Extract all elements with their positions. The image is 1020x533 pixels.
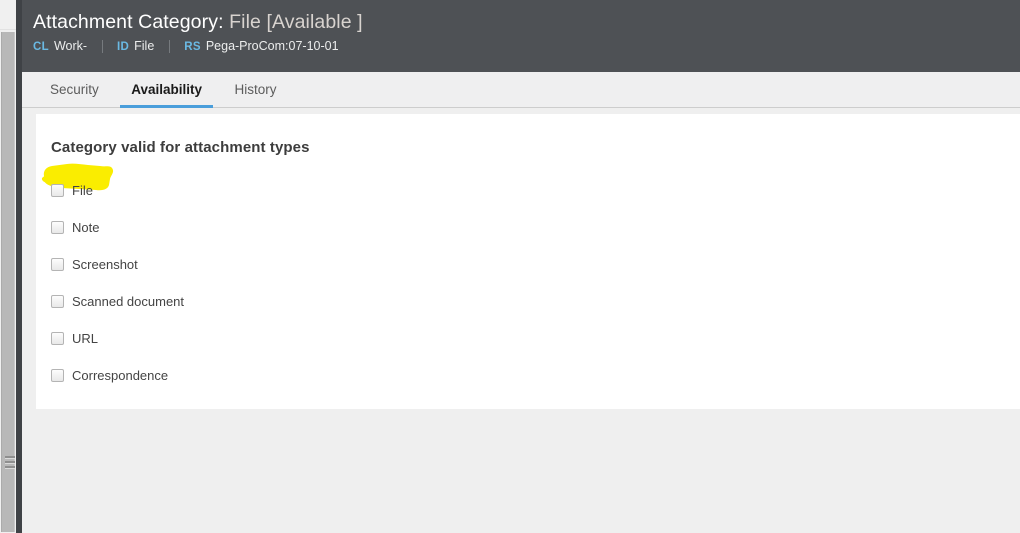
meta-class-key: CL bbox=[33, 41, 49, 53]
left-rail bbox=[16, 0, 22, 533]
meta-id: ID File bbox=[117, 38, 154, 56]
section-heading: Category valid for attachment types bbox=[51, 139, 310, 156]
attachment-types-list: File Note Screenshot Scanned document UR bbox=[41, 163, 1020, 394]
checkbox-label-url: URL bbox=[72, 330, 99, 346]
checkbox-row-screenshot[interactable]: Screenshot bbox=[51, 246, 1020, 283]
meta-ruleset: RS Pega-ProCom:07-10-01 bbox=[184, 38, 338, 56]
tab-bar: Security Availability History bbox=[22, 72, 1020, 108]
checkbox-label-screenshot: Screenshot bbox=[72, 256, 138, 272]
header-meta: CL Work- ID File RS Pega-ProCom:07-10-01 bbox=[33, 38, 1020, 56]
checkbox-row-correspondence[interactable]: Correspondence bbox=[51, 357, 1020, 394]
page-header: Attachment Category: File [Available ] C… bbox=[22, 0, 1020, 72]
meta-ruleset-key: RS bbox=[184, 41, 201, 53]
checkbox-row-note[interactable]: Note bbox=[51, 209, 1020, 246]
tab-availability[interactable]: Availability bbox=[117, 72, 216, 108]
checkbox-note[interactable] bbox=[51, 221, 64, 234]
tab-security[interactable]: Security bbox=[36, 72, 113, 107]
meta-divider bbox=[101, 39, 103, 53]
page-scrollbar[interactable] bbox=[0, 0, 16, 533]
checkbox-file[interactable] bbox=[51, 184, 64, 197]
checkbox-row-file[interactable]: File bbox=[41, 163, 1020, 209]
page-title-prefix: Attachment Category: bbox=[33, 11, 224, 33]
meta-divider bbox=[168, 39, 170, 53]
content-filler bbox=[22, 409, 1020, 533]
checkbox-label-scanned-document: Scanned document bbox=[72, 293, 185, 309]
checkbox-screenshot[interactable] bbox=[51, 258, 64, 271]
meta-id-value: File bbox=[134, 39, 155, 53]
checkbox-label-note: Note bbox=[72, 219, 100, 235]
page-title: Attachment Category: File [Available ] bbox=[33, 9, 1020, 35]
meta-id-key: ID bbox=[117, 41, 130, 53]
meta-class: CL Work- bbox=[33, 38, 87, 56]
checkbox-scanned-document[interactable] bbox=[51, 295, 64, 308]
checkbox-row-scanned-document[interactable]: Scanned document bbox=[51, 283, 1020, 320]
page-title-object: File [Available ] bbox=[229, 11, 363, 33]
scrollbar-top-cap bbox=[0, 0, 16, 30]
application-window: Attachment Category: File [Available ] C… bbox=[0, 0, 1020, 533]
tab-history[interactable]: History bbox=[220, 72, 290, 107]
checkbox-label-correspondence: Correspondence bbox=[72, 367, 169, 383]
content-area: Category valid for attachment types File… bbox=[22, 108, 1020, 533]
meta-class-value: Work- bbox=[53, 39, 88, 53]
meta-ruleset-value: Pega-ProCom:07-10-01 bbox=[205, 39, 339, 53]
checkbox-correspondence[interactable] bbox=[51, 369, 64, 382]
checkbox-row-url[interactable]: URL bbox=[51, 320, 1020, 357]
scrollbar-grip-icon bbox=[5, 456, 15, 469]
checkbox-url[interactable] bbox=[51, 332, 64, 345]
scrollbar-thumb[interactable] bbox=[1, 32, 15, 532]
checkbox-label-file: File bbox=[72, 182, 93, 198]
availability-card: Category valid for attachment types File… bbox=[36, 114, 1020, 409]
